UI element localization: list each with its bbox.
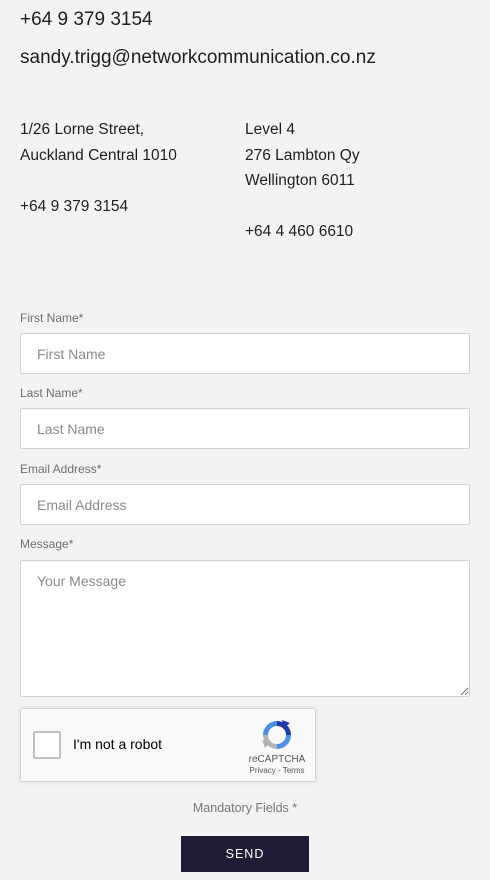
recaptcha-logo-icon (262, 720, 291, 749)
email-label: Email Address* (20, 462, 102, 476)
office-wellington: Level 4 276 Lambton Qy Wellington 6011 +… (245, 117, 360, 245)
contact-email[interactable]: sandy.trigg@networkcommunication.co.nz (20, 47, 376, 69)
office-address-line: 276 Lambton Qy (245, 146, 360, 164)
recaptcha-privacy-link[interactable]: Privacy (250, 766, 276, 775)
office-address-line: Auckland Central 1010 (20, 146, 177, 164)
office-address-line: Wellington 6011 (245, 172, 355, 189)
last-name-input[interactable] (20, 408, 470, 449)
office-auckland: 1/26 Lorne Street, Auckland Central 1010… (20, 117, 177, 219)
office-phone[interactable]: +64 9 379 3154 (20, 194, 177, 220)
last-name-label: Last Name* (20, 386, 83, 400)
first-name-input[interactable] (20, 333, 470, 374)
recaptcha-brand: reCAPTCHA (248, 754, 306, 765)
office-phone[interactable]: +64 4 460 6610 (245, 219, 360, 245)
office-address-line: Level 4 (245, 121, 295, 138)
mandatory-note: Mandatory Fields * (192, 801, 298, 815)
message-textarea[interactable] (20, 560, 470, 697)
send-button[interactable]: SEND (181, 836, 309, 872)
message-label: Message* (20, 537, 74, 551)
recaptcha-terms-link[interactable]: Terms (283, 766, 305, 775)
recaptcha-widget: I'm not a robot reCAPTCHA Privacy - Term… (20, 708, 316, 782)
recaptcha-link-separator: - (275, 766, 283, 775)
contact-phone[interactable]: +64 9 379 3154 (20, 9, 153, 31)
recaptcha-links: Privacy - Terms (243, 766, 311, 775)
recaptcha-label: I'm not a robot (73, 736, 163, 752)
email-input[interactable] (20, 484, 470, 525)
first-name-label: First Name* (20, 311, 84, 325)
recaptcha-checkbox[interactable] (33, 731, 61, 759)
office-address-line: 1/26 Lorne Street, (20, 121, 145, 138)
